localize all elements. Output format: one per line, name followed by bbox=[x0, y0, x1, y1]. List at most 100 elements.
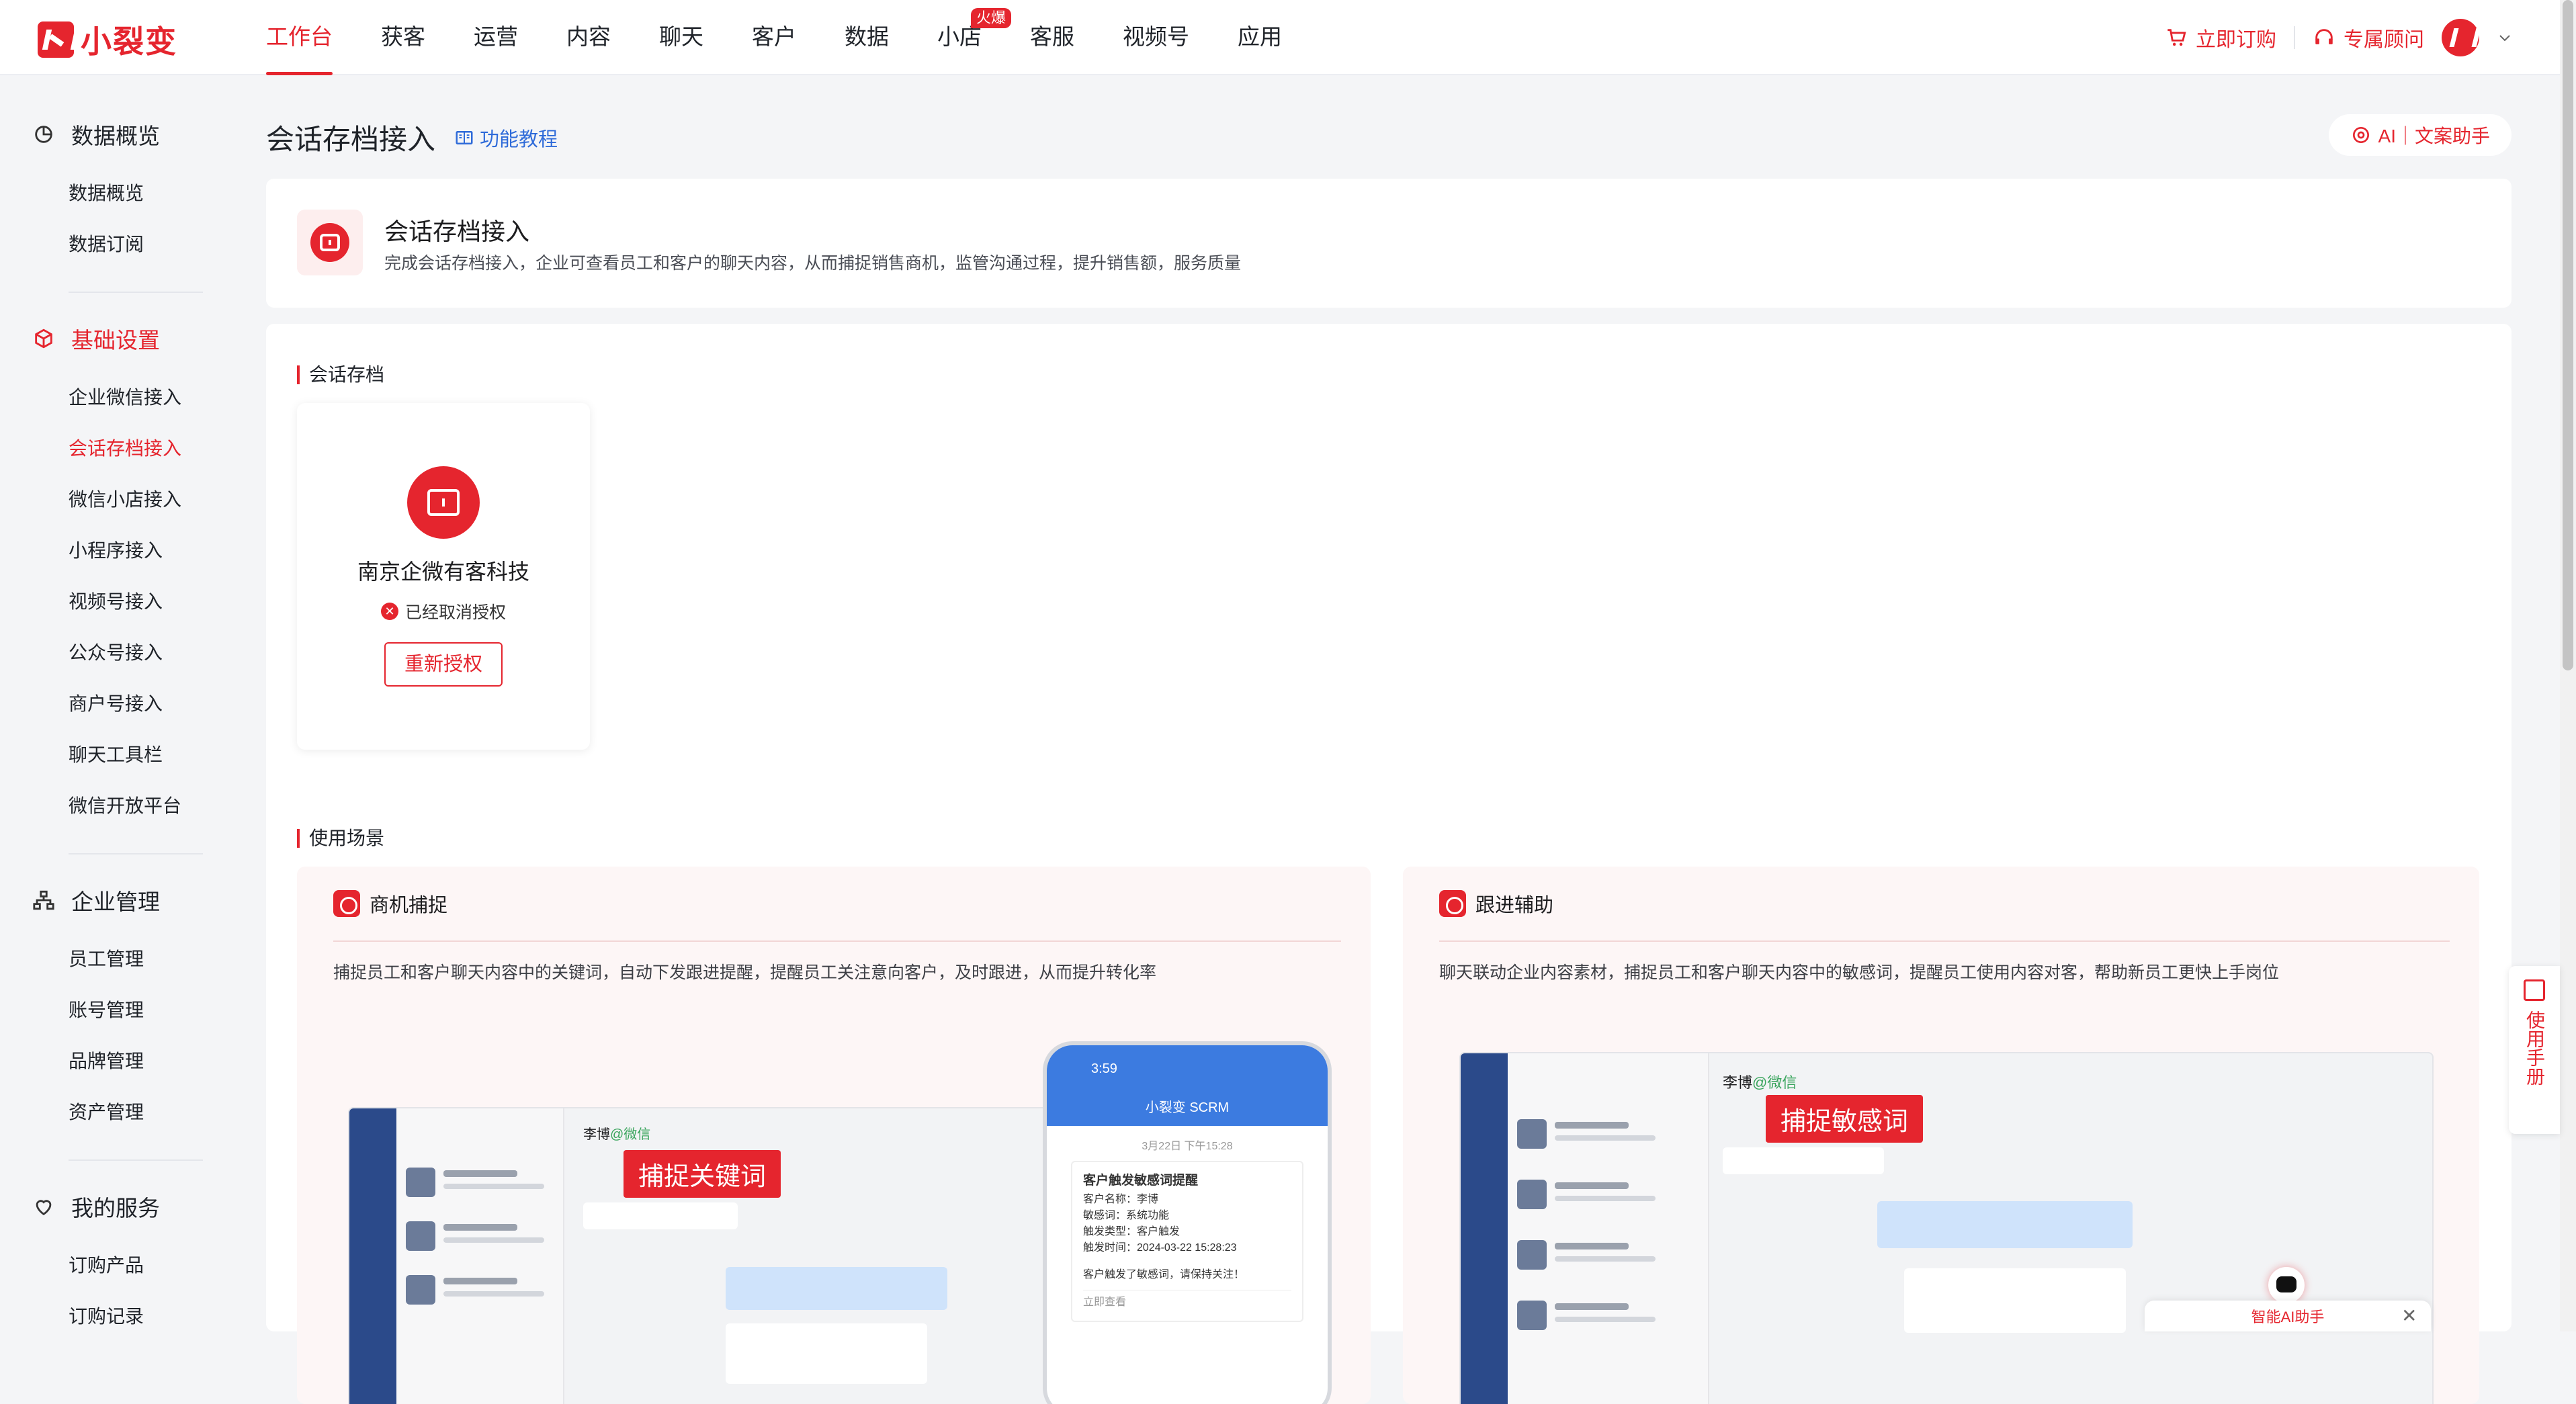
intro-description: 完成会话存档接入，企业可查看员工和客户的聊天内容，从而捕捉销售商机，监管沟通过程… bbox=[384, 254, 1242, 273]
intro-card: 会话存档接入 完成会话存档接入，企业可查看员工和客户的聊天内容，从而捕捉销售商机… bbox=[266, 179, 2511, 308]
nav-item-service[interactable]: 客服 bbox=[1030, 0, 1074, 75]
ai-assistant-label: AI｜文案助手 bbox=[2378, 126, 2490, 146]
sidebar-group-basic-settings[interactable]: 基础设置 bbox=[32, 322, 160, 355]
mock-message bbox=[1877, 1201, 2133, 1248]
ai-robot-icon[interactable] bbox=[2268, 1267, 2305, 1303]
nav-item-customer[interactable]: 客户 bbox=[752, 0, 796, 75]
book-icon bbox=[456, 131, 473, 144]
cube-icon bbox=[35, 328, 52, 349]
divider bbox=[333, 940, 1341, 942]
mock-message bbox=[583, 1202, 738, 1229]
logo-icon bbox=[38, 21, 74, 58]
sidebar-divider bbox=[69, 292, 203, 293]
sidebar-divider bbox=[69, 853, 203, 854]
sidebar-item-miniprogram[interactable]: 小程序接入 bbox=[69, 536, 163, 563]
hot-badge: 火爆 bbox=[971, 8, 1012, 28]
sidebar-item-staff[interactable]: 员工管理 bbox=[69, 945, 144, 971]
sidebar-item-open-platform[interactable]: 微信开放平台 bbox=[69, 791, 181, 818]
buy-now-label: 立即订购 bbox=[2196, 29, 2276, 51]
heart-icon bbox=[36, 1200, 52, 1216]
ai-knot-icon bbox=[2352, 127, 2369, 143]
sidebar-item-data-overview[interactable]: 数据概览 bbox=[69, 179, 144, 206]
sidebar-item-assets[interactable]: 资产管理 bbox=[69, 1098, 144, 1125]
advisor-label: 专属顾问 bbox=[2344, 29, 2424, 51]
scrollbar-thumb[interactable] bbox=[2563, 0, 2573, 670]
manual-icon bbox=[2524, 979, 2545, 1001]
intro-title: 会话存档接入 bbox=[384, 218, 530, 245]
nav-item-shop[interactable]: 小店 火爆 bbox=[937, 0, 1012, 75]
status-text: 已经取消授权 bbox=[404, 603, 506, 622]
opportunity-icon bbox=[333, 890, 360, 917]
alert-line: 客户触发了敏感词，请保持关注！ bbox=[1083, 1269, 1245, 1280]
main-nav: 工作台 获客 运营 内容 聊天 客户 数据 小店 火爆 客服 视频号 应用 bbox=[266, 0, 1330, 75]
headset-icon bbox=[2315, 29, 2333, 44]
sidebar-item-wecom[interactable]: 企业微信接入 bbox=[69, 383, 181, 410]
ai-assistant-button[interactable]: AI｜文案助手 bbox=[2328, 114, 2511, 156]
close-icon[interactable]: ✕ bbox=[2401, 1305, 2417, 1327]
mock-chat-contact: 李博@微信 bbox=[583, 1127, 651, 1142]
sidebar-item-channels[interactable]: 视频号接入 bbox=[69, 587, 163, 614]
sidebar-item-order-products[interactable]: 订购产品 bbox=[69, 1251, 144, 1278]
mock-sidebar bbox=[349, 1108, 396, 1404]
sidebar-group-enterprise[interactable]: 企业管理 bbox=[32, 884, 160, 916]
nav-item-data[interactable]: 数据 bbox=[845, 0, 889, 75]
tutorial-link[interactable]: 功能教程 bbox=[454, 124, 558, 152]
buy-now-button[interactable]: 立即订购 bbox=[2165, 23, 2276, 52]
sidebar-group-label: 数据概览 bbox=[71, 124, 160, 148]
mock-message bbox=[1904, 1268, 2126, 1333]
cart-icon bbox=[2167, 29, 2186, 46]
target-icon bbox=[1439, 890, 1466, 917]
sidebar-item-chat-toolbar[interactable]: 聊天工具栏 bbox=[69, 740, 163, 767]
nav-item-channels[interactable]: 视频号 bbox=[1123, 0, 1189, 75]
sidebar-group-overview[interactable]: 数据概览 bbox=[32, 118, 160, 150]
sidebar-item-order-history[interactable]: 订购记录 bbox=[69, 1302, 144, 1329]
mock-message bbox=[1723, 1147, 1884, 1174]
tutorial-label: 功能教程 bbox=[480, 129, 558, 150]
chevron-down-icon[interactable] bbox=[2497, 30, 2513, 46]
scenario-title: 商机捕捉 bbox=[370, 895, 448, 916]
mock-message bbox=[726, 1323, 927, 1384]
nav-item-acquire[interactable]: 获客 bbox=[381, 0, 425, 75]
nav-item-workbench[interactable]: 工作台 bbox=[266, 0, 333, 75]
alert-line: 敏感词：系统功能 bbox=[1083, 1210, 1170, 1221]
sidebar-item-accounts[interactable]: 账号管理 bbox=[69, 996, 144, 1022]
page-scrollbar[interactable] bbox=[2560, 0, 2576, 1331]
reauthorize-button[interactable]: 重新授权 bbox=[384, 642, 503, 687]
mock-chat-contact: 李博@微信 bbox=[1723, 1074, 1797, 1091]
archive-icon bbox=[297, 210, 363, 275]
nav-item-operation[interactable]: 运营 bbox=[474, 0, 518, 75]
ai-widget-label: 智能AI助手 bbox=[2251, 1309, 2325, 1325]
ai-assistant-widget[interactable]: 智能AI助手 bbox=[2145, 1301, 2431, 1331]
sidebar-item-wechat-shop[interactable]: 微信小店接入 bbox=[69, 485, 181, 512]
sidebar-divider bbox=[69, 1159, 203, 1161]
sidebar-item-brand[interactable]: 品牌管理 bbox=[69, 1047, 144, 1073]
sidebar-item-chat-archive[interactable]: 会话存档接入 bbox=[69, 434, 181, 461]
phone-time: 3:59 bbox=[1091, 1061, 1117, 1076]
mock-chat-list bbox=[1508, 1053, 1709, 1404]
error-icon: ✕ bbox=[380, 603, 398, 620]
scenario-description: 捕捉员工和客户聊天内容中的关键词，自动下发跟进提醒，提醒员工关注意向客户，及时跟… bbox=[333, 963, 1157, 982]
phone-header: 3:59 小裂变 SCRM bbox=[1047, 1045, 1328, 1126]
alert-card: 客户触发敏感词提醒 客户名称：李博 敏感词：系统功能 触发类型：客户触发 触发时… bbox=[1071, 1161, 1303, 1322]
sidebar-item-merchant[interactable]: 商户号接入 bbox=[69, 689, 163, 716]
chart-icon bbox=[35, 126, 52, 143]
sidebar-group-services[interactable]: 我的服务 bbox=[32, 1190, 160, 1223]
sensitive-word-tag: 捕捉敏感词 bbox=[1766, 1095, 1924, 1143]
nav-item-content[interactable]: 内容 bbox=[566, 0, 611, 75]
authorization-status: ✕ 已经取消授权 bbox=[297, 599, 590, 623]
sidebar-group-label: 企业管理 bbox=[71, 889, 160, 914]
sidebar-item-official-account[interactable]: 公众号接入 bbox=[69, 638, 163, 665]
sidebar-item-data-subscribe[interactable]: 数据订阅 bbox=[69, 230, 144, 257]
brand-logo[interactable]: 小裂变 bbox=[38, 17, 177, 62]
phone-mockup: 3:59 小裂变 SCRM 3月22日 下午15:28 客户触发敏感词提醒 客户… bbox=[1043, 1041, 1332, 1404]
scenario-header: 跟进辅助 bbox=[1439, 889, 1553, 918]
nav-item-apps[interactable]: 应用 bbox=[1238, 0, 1282, 75]
user-avatar[interactable] bbox=[2442, 19, 2479, 56]
section-label-scenarios: 使用场景 bbox=[297, 829, 384, 848]
nav-item-chat[interactable]: 聊天 bbox=[659, 0, 703, 75]
scenario-description: 聊天联动企业内容素材，捕捉员工和客户聊天内容中的敏感词，提醒员工使用内容对客，帮… bbox=[1439, 963, 2280, 982]
advisor-button[interactable]: 专属顾问 bbox=[2313, 23, 2424, 52]
user-manual-button[interactable]: 使用手册 bbox=[2509, 966, 2560, 1134]
chat-screenshot-mockup: 李博@微信 bbox=[1459, 1052, 2434, 1404]
mock-sidebar bbox=[1461, 1053, 1508, 1404]
